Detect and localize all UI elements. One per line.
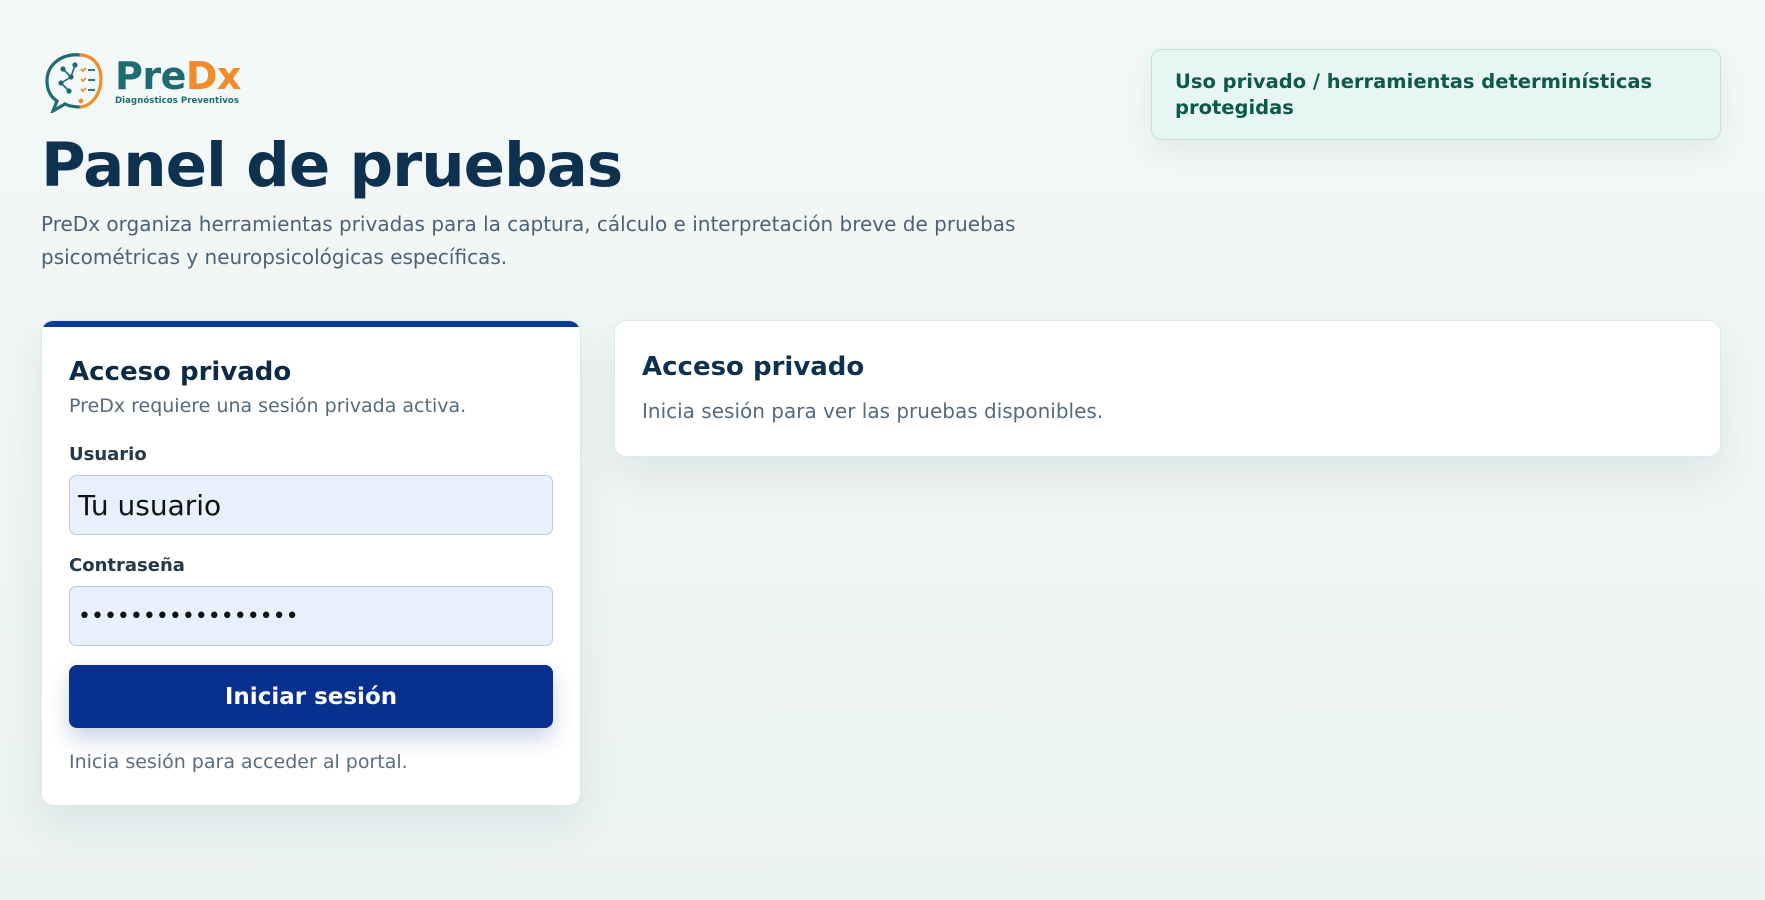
page-title: Panel de pruebas <box>41 130 623 201</box>
login-subtitle: PreDx requiere una sesión privada activa… <box>69 395 467 417</box>
login-title: Acceso privado <box>69 357 292 387</box>
login-card: Acceso privado PreDx requiere una sesión… <box>41 320 581 806</box>
login-button[interactable]: Iniciar sesión <box>69 665 553 728</box>
username-input[interactable] <box>69 475 553 535</box>
login-hint: Inicia sesión para acceder al portal. <box>69 751 408 773</box>
brand-name-pre: Pre <box>115 53 186 98</box>
username-label: Usuario <box>69 444 147 465</box>
page-description: PreDx organiza herramientas privadas par… <box>41 212 1016 269</box>
info-title: Acceso privado <box>642 352 865 382</box>
brand-name-dx: Dx <box>185 53 242 98</box>
tests-info-card: Acceso privado Inicia sesión para ver la… <box>614 320 1721 457</box>
password-input[interactable] <box>69 586 553 646</box>
brand-tagline: Diagnósticos Preventivos <box>115 95 239 106</box>
brand-wordmark: PreDx Diagnósticos Preventivos <box>115 57 241 106</box>
private-use-badge: Uso privado / herramientas determinístic… <box>1151 49 1721 140</box>
brand-name: PreDx <box>115 57 241 95</box>
info-text: Inicia sesión para ver las pruebas dispo… <box>642 399 1104 423</box>
brand-logo: PreDx Diagnósticos Preventivos <box>41 49 241 113</box>
password-label: Contraseña <box>69 555 185 576</box>
brain-logo-icon <box>45 53 103 113</box>
